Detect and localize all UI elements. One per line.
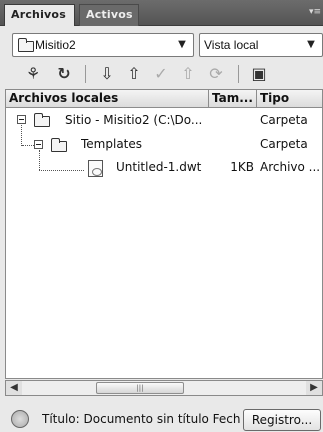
site-select-value: Misitio2 <box>35 38 76 52</box>
status-bar: Título: Documento sin título Fech Regist… <box>0 402 323 432</box>
horizontal-scrollbar[interactable]: ◀ ||| ▶ <box>5 380 323 396</box>
row-type: Carpeta <box>260 113 308 127</box>
put-files-icon[interactable]: ⇧ <box>123 63 145 85</box>
column-header-size[interactable]: Tam... <box>209 90 257 108</box>
row-name: Templates <box>81 137 143 151</box>
refresh-icon[interactable]: ↻ <box>53 63 75 85</box>
table-row[interactable]: Untitled-1.dwt 1KB Archivo ... <box>6 158 322 178</box>
chevron-down-icon: ▼ <box>307 39 315 50</box>
panel-options-icon[interactable]: ▾≡ <box>309 5 321 19</box>
table-row[interactable]: Templates Carpeta <box>6 135 322 155</box>
synchronize-icon[interactable]: ⟳ <box>205 63 227 85</box>
tab-activos[interactable]: Activos <box>79 4 139 26</box>
toolbar-divider <box>238 65 239 83</box>
status-text: Título: Documento sin título Fech <box>42 412 240 426</box>
row-name: Sitio - Misitio2 (C:\Do... <box>65 113 203 127</box>
view-select[interactable]: Vista local ▼ <box>199 33 323 57</box>
get-files-icon[interactable]: ⇩ <box>96 63 118 85</box>
file-list[interactable]: Archivos locales Tam... Tipo Sitio - Mis… <box>5 89 323 379</box>
check-out-icon[interactable]: ✓ <box>150 63 172 85</box>
folder-icon <box>34 113 50 127</box>
check-in-icon[interactable]: ⇧ <box>177 63 199 85</box>
dreamweaver-template-file-icon <box>88 160 103 177</box>
tab-archivos[interactable]: Archivos <box>4 4 75 26</box>
scroll-right-icon[interactable]: ▶ <box>306 381 322 395</box>
connect-icon[interactable]: ⚘ <box>22 63 44 85</box>
view-select-value: Vista local <box>204 38 259 52</box>
table-row[interactable]: Sitio - Misitio2 (C:\Do... Carpeta <box>6 111 322 131</box>
folder-icon <box>51 138 67 152</box>
row-name: Untitled-1.dwt <box>116 160 202 174</box>
row-type: Carpeta <box>260 137 308 151</box>
expand-panel-icon[interactable]: ▣ <box>248 63 270 85</box>
registro-button[interactable]: Registro... <box>243 409 321 431</box>
collapse-icon[interactable] <box>34 140 43 149</box>
chevron-down-icon: ▼ <box>178 39 186 50</box>
collapse-icon[interactable] <box>17 115 26 124</box>
column-header-type[interactable]: Tipo <box>257 90 322 108</box>
row-type: Archivo ... <box>260 160 321 174</box>
file-toolbar: ⚘ ↻ ⇩ ⇧ ✓ ⇧ ⟳ ▣ <box>0 60 323 88</box>
toolbar-divider <box>85 65 86 83</box>
scrollbar-thumb[interactable]: ||| <box>96 382 184 394</box>
folder-icon <box>18 38 34 52</box>
site-select[interactable]: Misitio2 ▼ <box>12 33 194 57</box>
column-header-name[interactable]: Archivos locales <box>6 90 209 108</box>
globe-status-icon <box>11 410 29 428</box>
row-size: 1KB <box>230 160 254 174</box>
scroll-left-icon[interactable]: ◀ <box>6 381 22 395</box>
panel-tab-bar: Archivos Activos ▾≡ <box>0 0 323 26</box>
